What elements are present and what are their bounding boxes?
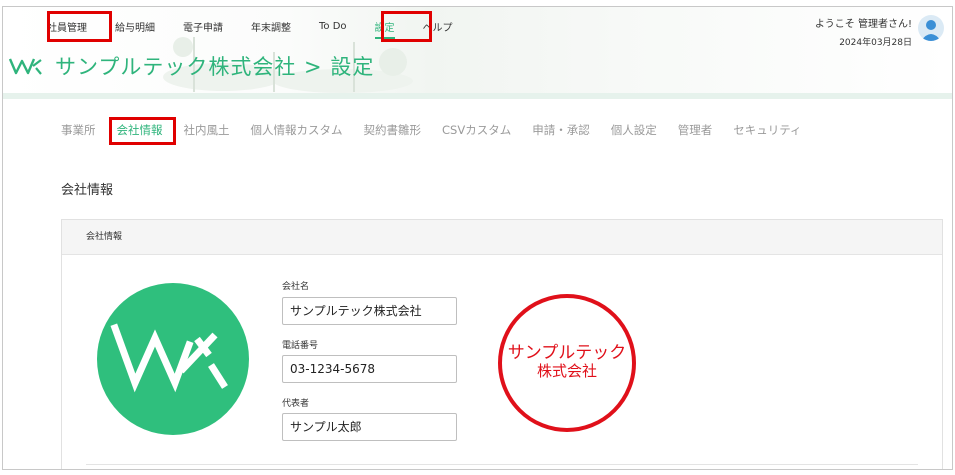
tab-personal-info-custom[interactable]: 個人情報カスタム (251, 122, 343, 138)
header-divider (3, 93, 952, 99)
topnav-e-application[interactable]: 電子申請 (183, 19, 223, 34)
header: 社員管理 給与明細 電子申請 年末調整 To Do 設定 ヘルプ サンプルテック… (3, 7, 952, 99)
tab-administrators[interactable]: 管理者 (678, 122, 713, 138)
company-info-panel: 会社情報 会社名 サンプルテック株式会社 電話番号 03-1234-5678 代… (61, 219, 943, 469)
highlight-box-settings (381, 11, 432, 42)
welcome-block: ようこそ 管理者さん! 2024年03月28日 (815, 15, 912, 48)
current-date: 2024年03月28日 (839, 38, 912, 48)
representative-field[interactable]: サンプル太郎 (282, 413, 457, 441)
tab-application-approval[interactable]: 申請・承認 (532, 122, 590, 138)
brand-logo-icon[interactable] (9, 56, 43, 76)
tab-contract-templates[interactable]: 契約書雛形 (364, 122, 422, 138)
user-avatar-icon[interactable] (918, 15, 944, 41)
section-title: 会社情報 (61, 183, 114, 198)
topnav-todo[interactable]: To Do (319, 21, 347, 32)
brand: サンプルテック株式会社 > 設定 (9, 51, 374, 81)
panel-header: 会社情報 (62, 220, 942, 255)
company-name-field[interactable]: サンプルテック株式会社 (282, 297, 457, 325)
page-title: サンプルテック株式会社 > 設定 (55, 55, 375, 79)
tab-company-culture[interactable]: 社内風土 (184, 122, 230, 138)
tab-security[interactable]: セキュリティ (733, 122, 801, 138)
settings-subnav: 事業所 会社情報 社内風土 個人情報カスタム 契約書雛形 CSVカスタム 申請・… (61, 122, 823, 138)
tab-csv-custom[interactable]: CSVカスタム (442, 122, 511, 138)
stamp-line-1: サンプルテック (508, 343, 627, 363)
tab-offices[interactable]: 事業所 (61, 122, 96, 138)
representative-label: 代表者 (282, 399, 310, 409)
phone-label: 電話番号 (282, 341, 319, 351)
panel-divider (86, 464, 918, 465)
welcome-message: ようこそ 管理者さん! (814, 19, 912, 30)
app-window: 社員管理 給与明細 電子申請 年末調整 To Do 設定 ヘルプ サンプルテック… (2, 6, 953, 470)
topnav-payslip[interactable]: 給与明細 (115, 19, 155, 34)
highlight-box-employee-management (47, 11, 112, 42)
tab-personal-settings[interactable]: 個人設定 (611, 122, 657, 138)
company-logo-icon (110, 323, 228, 393)
company-seal-stamp: サンプルテック 株式会社 (498, 294, 636, 432)
stamp-line-2: 株式会社 (537, 362, 597, 380)
phone-field[interactable]: 03-1234-5678 (282, 355, 457, 383)
topnav-year-end-adjustment[interactable]: 年末調整 (251, 19, 291, 34)
tab-company-info[interactable]: 会社情報 (117, 122, 163, 138)
company-name-label: 会社名 (282, 282, 310, 292)
company-logo (97, 283, 249, 435)
